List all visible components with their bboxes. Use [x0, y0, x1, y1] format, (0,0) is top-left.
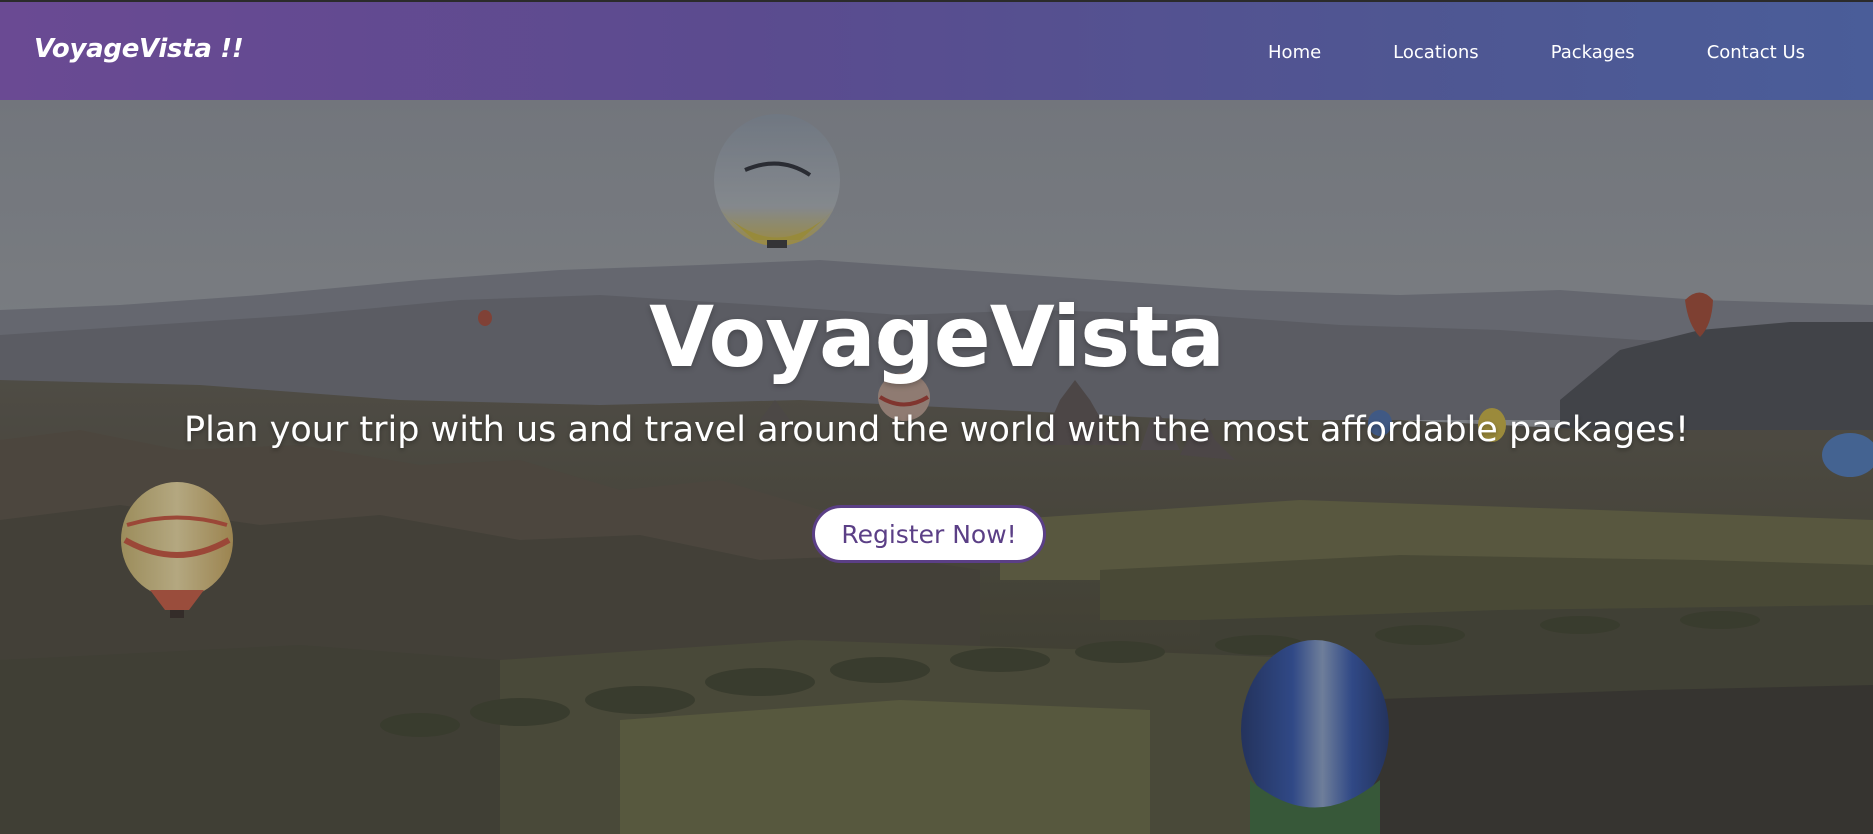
- hero-dark-overlay: [0, 100, 1873, 834]
- hero-subtitle: Plan your trip with us and travel around…: [184, 410, 1689, 450]
- brand-logo[interactable]: VoyageVista !!: [34, 34, 244, 64]
- nav-link-home[interactable]: Home: [1268, 42, 1321, 63]
- register-now-button[interactable]: Register Now!: [812, 505, 1046, 563]
- hero-section: VoyageVista Plan your trip with us and t…: [0, 100, 1873, 834]
- nav-link-contact-us[interactable]: Contact Us: [1707, 42, 1805, 63]
- nav-link-locations[interactable]: Locations: [1393, 42, 1479, 63]
- hero-title: VoyageVista: [649, 288, 1225, 386]
- nav-link-packages[interactable]: Packages: [1551, 42, 1635, 63]
- page: VoyageVista !! Home Locations Packages C…: [0, 0, 1873, 834]
- nav-links: Home Locations Packages Contact Us: [1196, 42, 1805, 63]
- navbar: VoyageVista !! Home Locations Packages C…: [0, 0, 1873, 100]
